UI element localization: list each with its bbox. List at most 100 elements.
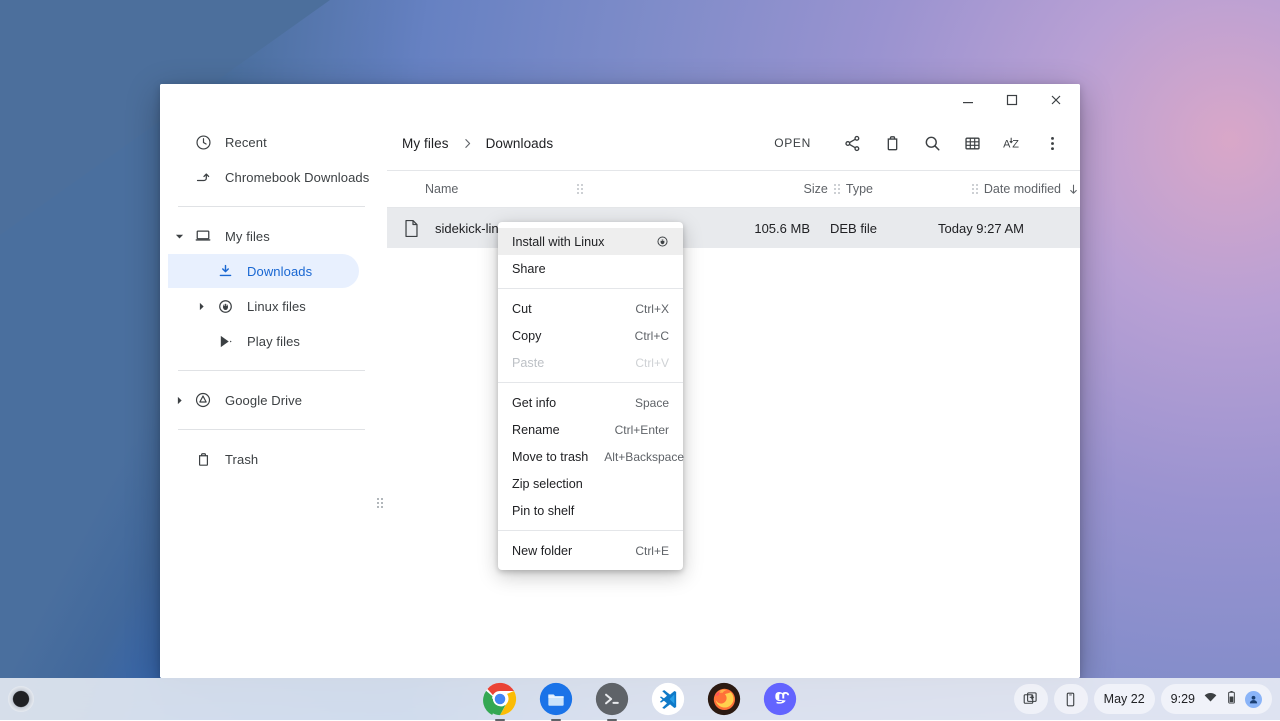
delete-icon[interactable] xyxy=(874,125,910,161)
firefox-app-icon[interactable] xyxy=(707,682,741,716)
sidebar: Recent Chromebook Downloads xyxy=(160,116,375,678)
window-titlebar[interactable] xyxy=(160,84,1080,116)
context-menu-item-zip-selection[interactable]: Zip selection xyxy=(498,470,683,497)
menu-item-label: Paste xyxy=(512,356,619,370)
sort-az-icon[interactable]: A Z xyxy=(994,125,1030,161)
vscode-app-icon[interactable] xyxy=(651,682,685,716)
chevron-right-icon[interactable] xyxy=(168,396,190,405)
screen-capture-icon[interactable] xyxy=(1014,684,1048,714)
context-menu-item-cut[interactable]: Cut Ctrl+X xyxy=(498,295,683,322)
sidebar-item-chromebook-downloads[interactable]: Chromebook Downloads xyxy=(168,160,359,194)
menu-item-accelerator: Ctrl+E xyxy=(635,544,669,558)
splitter-grip-icon[interactable] xyxy=(377,498,383,508)
google-drive-icon xyxy=(190,391,216,409)
sidebar-item-label: Trash xyxy=(225,452,258,467)
breadcrumb-item-downloads[interactable]: Downloads xyxy=(479,131,561,156)
chrome-app-icon[interactable] xyxy=(483,682,517,716)
context-menu-item-share[interactable]: Share xyxy=(498,255,683,282)
mastodon-app-icon[interactable] xyxy=(763,682,797,716)
launcher-button[interactable] xyxy=(8,686,34,712)
files-app-icon[interactable] xyxy=(539,682,573,716)
file-date-modified: Today 9:27 AM xyxy=(930,221,1080,236)
open-button[interactable]: OPEN xyxy=(763,129,822,157)
file-size: 105.6 MB xyxy=(744,221,810,236)
svg-text:A: A xyxy=(1003,138,1011,150)
phone-hub-icon[interactable] xyxy=(1054,684,1088,714)
sidebar-group-drive: Google Drive xyxy=(160,378,375,422)
context-menu-item-install-with-linux[interactable]: Install with Linux xyxy=(498,228,683,255)
date-tray-button[interactable]: May 22 xyxy=(1094,684,1155,714)
table-row[interactable]: sidekick-linux-release.deb 105.6 MB DEB … xyxy=(387,208,1080,248)
linux-penguin-icon xyxy=(656,235,669,248)
menu-item-label: New folder xyxy=(512,544,619,558)
play-store-icon xyxy=(212,333,238,350)
menu-divider xyxy=(498,382,683,383)
context-menu-item-new-folder[interactable]: New folder Ctrl+E xyxy=(498,537,683,564)
column-label: Type xyxy=(846,182,873,196)
column-header-size[interactable]: Size xyxy=(766,182,828,196)
system-tray: May 22 9:29 xyxy=(1014,684,1272,714)
status-tray-button[interactable]: 9:29 xyxy=(1161,684,1272,714)
tray-time: 9:29 xyxy=(1171,692,1195,706)
column-header-type[interactable]: Type xyxy=(846,182,966,196)
sidebar-item-label: Play files xyxy=(247,334,300,349)
menu-item-accelerator: Alt+Backspace xyxy=(604,450,684,464)
sidebar-item-label: Chromebook Downloads xyxy=(225,170,369,185)
context-menu-item-get-info[interactable]: Get info Space xyxy=(498,389,683,416)
menu-item-accelerator: Space xyxy=(635,396,669,410)
battery-icon xyxy=(1226,690,1237,708)
sidebar-item-label: Recent xyxy=(225,135,267,150)
column-header-date-modified[interactable]: Date modified xyxy=(984,182,1080,196)
menu-item-label: Share xyxy=(512,262,669,276)
maximize-button[interactable] xyxy=(990,84,1034,116)
sidebar-item-google-drive[interactable]: Google Drive xyxy=(168,383,359,417)
file-context-menu: Install with Linux Share Cut Ctrl+X Copy… xyxy=(498,222,683,570)
sidebar-splitter[interactable] xyxy=(375,116,387,678)
context-menu-item-copy[interactable]: Copy Ctrl+C xyxy=(498,322,683,349)
shelf: May 22 9:29 xyxy=(0,678,1280,720)
menu-divider xyxy=(498,530,683,531)
sort-descending-icon xyxy=(1067,183,1080,196)
sidebar-item-label: Linux files xyxy=(247,299,306,314)
column-label: Date modified xyxy=(984,182,1061,196)
chevron-right-icon[interactable] xyxy=(190,302,212,311)
column-header-name[interactable]: Name xyxy=(425,182,571,196)
menu-item-accelerator: Ctrl+V xyxy=(635,356,669,370)
main-panel: My files Downloads OPEN xyxy=(387,116,1080,678)
menu-item-label: Rename xyxy=(512,423,599,437)
grid-view-icon[interactable] xyxy=(954,125,990,161)
menu-item-label: Move to trash xyxy=(512,450,588,464)
column-resize-grip-icon[interactable] xyxy=(972,184,978,194)
toolbar: My files Downloads OPEN xyxy=(387,116,1080,170)
minimize-button[interactable] xyxy=(946,84,990,116)
context-menu-item-rename[interactable]: Rename Ctrl+Enter xyxy=(498,416,683,443)
share-icon[interactable] xyxy=(834,125,870,161)
chevron-down-icon[interactable] xyxy=(168,232,190,241)
linux-penguin-icon xyxy=(212,298,238,315)
breadcrumb-item-my-files[interactable]: My files xyxy=(395,131,456,156)
file-type: DEB file xyxy=(810,221,930,236)
sidebar-item-play-files[interactable]: Play files xyxy=(168,324,359,358)
sidebar-item-label: Downloads xyxy=(247,264,312,279)
context-menu-item-move-to-trash[interactable]: Move to trash Alt+Backspace xyxy=(498,443,683,470)
user-avatar[interactable] xyxy=(1245,691,1262,708)
arrow-forward-icon xyxy=(190,169,216,186)
clock-icon xyxy=(190,134,216,151)
file-list: sidekick-linux-release.deb 105.6 MB DEB … xyxy=(387,208,1080,678)
laptop-icon xyxy=(190,227,216,245)
sidebar-item-trash[interactable]: Trash xyxy=(168,442,359,476)
terminal-app-icon[interactable] xyxy=(595,682,629,716)
sidebar-item-label: My files xyxy=(225,229,270,244)
column-resize-grip-icon[interactable] xyxy=(577,184,583,194)
more-vert-icon[interactable] xyxy=(1034,125,1070,161)
column-resize-grip-icon[interactable] xyxy=(834,184,840,194)
context-menu-item-pin-to-shelf[interactable]: Pin to shelf xyxy=(498,497,683,524)
sidebar-item-recent[interactable]: Recent xyxy=(168,125,359,159)
close-button[interactable] xyxy=(1034,84,1078,116)
chevron-right-icon xyxy=(461,137,474,150)
sidebar-item-linux-files[interactable]: Linux files xyxy=(168,289,359,323)
wifi-icon xyxy=(1203,690,1218,708)
sidebar-item-downloads[interactable]: Downloads xyxy=(168,254,359,288)
sidebar-item-my-files[interactable]: My files xyxy=(168,219,359,253)
search-icon[interactable] xyxy=(914,125,950,161)
